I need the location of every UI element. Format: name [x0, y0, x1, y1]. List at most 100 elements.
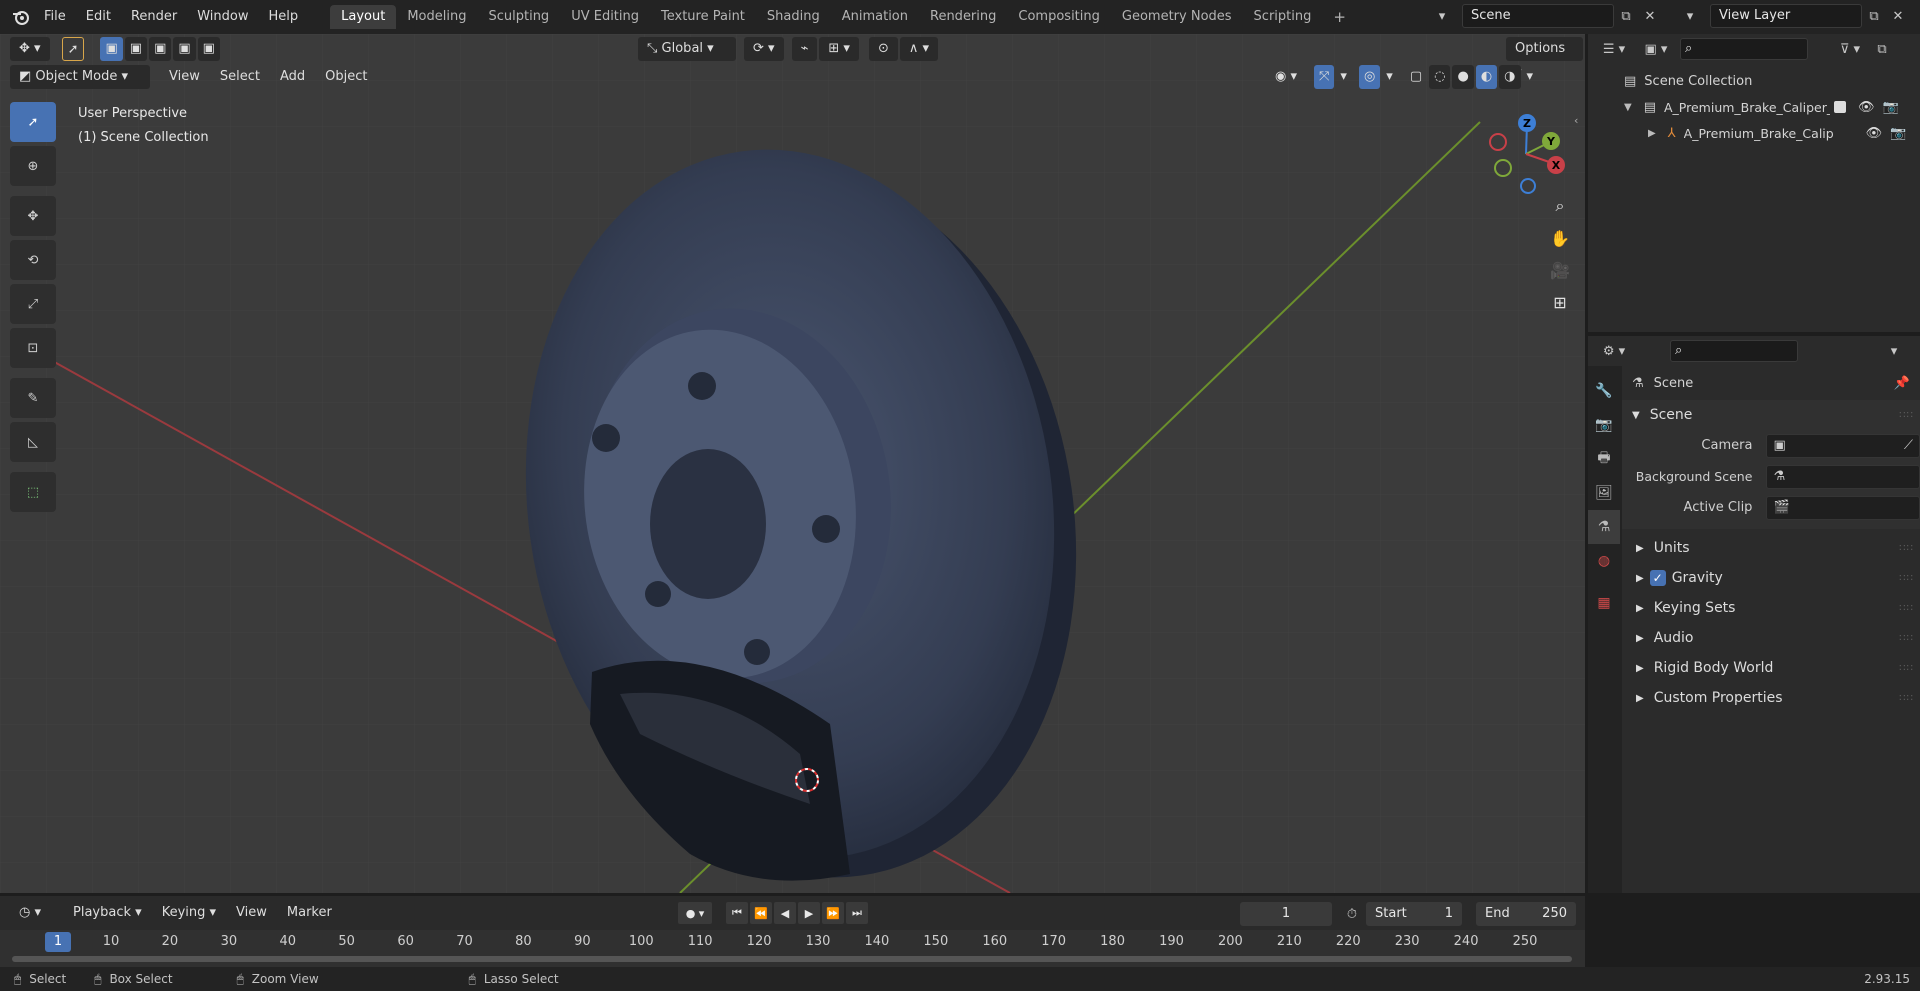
- view-layer-field[interactable]: View Layer: [1710, 4, 1862, 28]
- gravity-checkbox[interactable]: ✓: [1649, 570, 1666, 586]
- wireframe-shading-icon[interactable]: ◌: [1429, 65, 1451, 89]
- tool-tab-icon[interactable]: 🔧: [1588, 374, 1620, 408]
- drag-handle-icon[interactable]: ∷∷: [1899, 693, 1914, 704]
- menu-object[interactable]: Object: [316, 65, 376, 89]
- measure-tool-icon[interactable]: ◺: [10, 422, 56, 462]
- jump-to-start-icon[interactable]: ⏮: [726, 902, 748, 924]
- properties-search-input[interactable]: ⌕: [1670, 340, 1798, 362]
- mode-dropdown[interactable]: ◩ Object Mode ▾: [10, 65, 150, 89]
- zoom-view-icon[interactable]: ⌕: [1544, 190, 1576, 222]
- camera-view-icon[interactable]: 🎥: [1544, 254, 1576, 286]
- eyedropper-icon[interactable]: ⟋: [1904, 438, 1913, 453]
- tab-uv-editing[interactable]: UV Editing: [560, 5, 650, 29]
- select-mode-subtract-icon[interactable]: ▣: [149, 37, 172, 61]
- menu-edit[interactable]: Edit: [76, 0, 121, 34]
- visibility-eye-icon[interactable]: 👁: [1866, 126, 1883, 141]
- delete-scene-icon[interactable]: ✕: [1638, 4, 1662, 28]
- timeline-view-menu[interactable]: View: [227, 901, 276, 925]
- exclude-checkbox[interactable]: [1834, 101, 1846, 113]
- tab-modeling[interactable]: Modeling: [396, 5, 477, 29]
- editor-type-icon[interactable]: ✥ ▾: [10, 37, 50, 61]
- add-workspace-button[interactable]: +: [1322, 5, 1357, 29]
- new-view-layer-icon[interactable]: ⧉: [1862, 4, 1886, 28]
- pin-icon[interactable]: 📌: [1894, 376, 1910, 391]
- keying-menu[interactable]: Keying ▾: [153, 901, 225, 925]
- expand-arrow-icon[interactable]: ▼: [1624, 102, 1632, 113]
- marker-menu[interactable]: Marker: [278, 901, 341, 925]
- stopwatch-icon[interactable]: ⏱: [1340, 902, 1364, 926]
- render-camera-icon[interactable]: 📷: [1890, 126, 1906, 141]
- visibility-icon[interactable]: ◉ ▾: [1266, 65, 1306, 89]
- scene-section-header[interactable]: ▼ Scene ∷∷: [1622, 400, 1920, 430]
- properties-options-icon[interactable]: ▾: [1882, 339, 1906, 363]
- gravity-panel[interactable]: ▶ ✓ Gravity ∷∷: [1622, 563, 1920, 593]
- render-camera-icon[interactable]: 📷: [1883, 100, 1899, 115]
- jump-to-next-keyframe-icon[interactable]: ⏩: [822, 902, 844, 924]
- custom-properties-panel[interactable]: ▶ Custom Properties ∷∷: [1622, 683, 1920, 713]
- texture-tab-icon[interactable]: ▦: [1588, 586, 1620, 620]
- pivot-point-icon[interactable]: ⟳ ▾: [744, 37, 784, 61]
- tab-geometry-nodes[interactable]: Geometry Nodes: [1111, 5, 1243, 29]
- render-tab-icon[interactable]: 📷: [1588, 408, 1620, 442]
- delete-view-layer-icon[interactable]: ✕: [1886, 4, 1910, 28]
- background-scene-field[interactable]: ⚗: [1766, 464, 1920, 489]
- tab-shading[interactable]: Shading: [756, 5, 831, 29]
- options-dropdown[interactable]: Options ▾: [1506, 37, 1583, 80]
- outliner-row-collection[interactable]: ▼ ▤ A_Premium_Brake_Caliper_Pa 👁 📷: [1588, 94, 1920, 120]
- tab-sculpting[interactable]: Sculpting: [477, 5, 560, 29]
- tab-layout[interactable]: Layout: [330, 5, 397, 29]
- rendered-shading-icon[interactable]: ◑: [1499, 65, 1521, 89]
- menu-view[interactable]: View: [160, 65, 209, 89]
- rigid-body-world-panel[interactable]: ▶ Rigid Body World ∷∷: [1622, 653, 1920, 683]
- menu-file[interactable]: File: [34, 0, 76, 34]
- outliner-search-input[interactable]: ⌕: [1680, 38, 1808, 60]
- snap-target-icon[interactable]: ⊞ ▾: [819, 37, 859, 61]
- material-preview-shading-icon[interactable]: ◐: [1475, 65, 1498, 89]
- playback-menu[interactable]: Playback ▾: [64, 901, 151, 925]
- scale-tool-icon[interactable]: ⤢: [10, 284, 56, 324]
- select-mode-intersect-icon[interactable]: ▣: [197, 37, 220, 61]
- jump-to-previous-keyframe-icon[interactable]: ⏪: [750, 902, 772, 924]
- xray-toggle-icon[interactable]: ▢: [1405, 65, 1427, 89]
- select-mode-new-icon[interactable]: ▣: [100, 37, 123, 61]
- camera-field[interactable]: ▣ ⟋: [1766, 433, 1920, 458]
- scene-name-field[interactable]: Scene: [1462, 4, 1614, 28]
- jump-to-end-icon[interactable]: ⏭: [846, 902, 868, 924]
- scene-selector-icon[interactable]: ▾: [1422, 4, 1462, 28]
- frame-ruler[interactable]: 1 10 20 30 40 50 60 70 80 90 100 110 120 130 140 150 160…: [0, 930, 1585, 967]
- drag-handle-icon[interactable]: ∷∷: [1899, 410, 1914, 421]
- tab-compositing[interactable]: Compositing: [1007, 5, 1111, 29]
- new-collection-icon[interactable]: ⧉: [1870, 37, 1894, 61]
- annotate-tool-icon[interactable]: ✎: [10, 378, 56, 418]
- gizmo-toggle-icon[interactable]: ⤧: [1314, 65, 1335, 89]
- snap-toggle-icon[interactable]: ⌁: [791, 37, 818, 61]
- new-scene-icon[interactable]: ⧉: [1614, 4, 1638, 28]
- tab-texture-paint[interactable]: Texture Paint: [650, 5, 756, 29]
- select-mode-invert-icon[interactable]: ▣: [173, 37, 196, 61]
- current-frame-field[interactable]: 1: [1240, 902, 1332, 926]
- outliner-row-object[interactable]: ▶ ⅄ A_Premium_Brake_Calip 👁 📷: [1588, 120, 1920, 146]
- tab-scripting[interactable]: Scripting: [1243, 5, 1323, 29]
- timeline-editor-type-icon[interactable]: ◷ ▾: [10, 901, 51, 925]
- start-frame-field[interactable]: Start 1: [1366, 902, 1462, 926]
- timeline-editor[interactable]: ◷ ▾ Playback ▾ Keying ▾ View Marker ● ▾ …: [0, 896, 1585, 967]
- visibility-eye-icon[interactable]: 👁: [1858, 100, 1875, 115]
- menu-help[interactable]: Help: [259, 0, 309, 34]
- sidebar-toggle-icon[interactable]: ‹: [1574, 114, 1578, 127]
- world-tab-icon[interactable]: ◍: [1588, 544, 1620, 578]
- transform-tool-icon[interactable]: ⊡: [10, 328, 56, 368]
- shading-dropdown-icon[interactable]: ▾: [1523, 65, 1538, 89]
- select-mode-extend-icon[interactable]: ▣: [124, 37, 148, 61]
- view-layer-tab-icon[interactable]: 🖼: [1588, 476, 1620, 510]
- transform-orientation-dropdown[interactable]: ⤡ Global ▾: [638, 37, 736, 61]
- add-cube-tool-icon[interactable]: ⬚: [10, 472, 56, 512]
- outliner-row-scene-collection[interactable]: ▤ Scene Collection: [1588, 68, 1920, 94]
- falloff-icon[interactable]: ∧ ▾: [899, 37, 939, 61]
- drag-handle-icon[interactable]: ∷∷: [1899, 663, 1914, 674]
- expand-arrow-icon[interactable]: ▶: [1648, 128, 1656, 139]
- end-frame-field[interactable]: End 250: [1476, 902, 1576, 926]
- overlay-dropdown-icon[interactable]: ▾: [1382, 65, 1397, 89]
- properties-editor-type-icon[interactable]: ⚙ ▾: [1596, 339, 1632, 363]
- scene-tab-icon[interactable]: ⚗: [1588, 510, 1620, 544]
- outliner-editor-type-icon[interactable]: ☰ ▾: [1596, 37, 1632, 61]
